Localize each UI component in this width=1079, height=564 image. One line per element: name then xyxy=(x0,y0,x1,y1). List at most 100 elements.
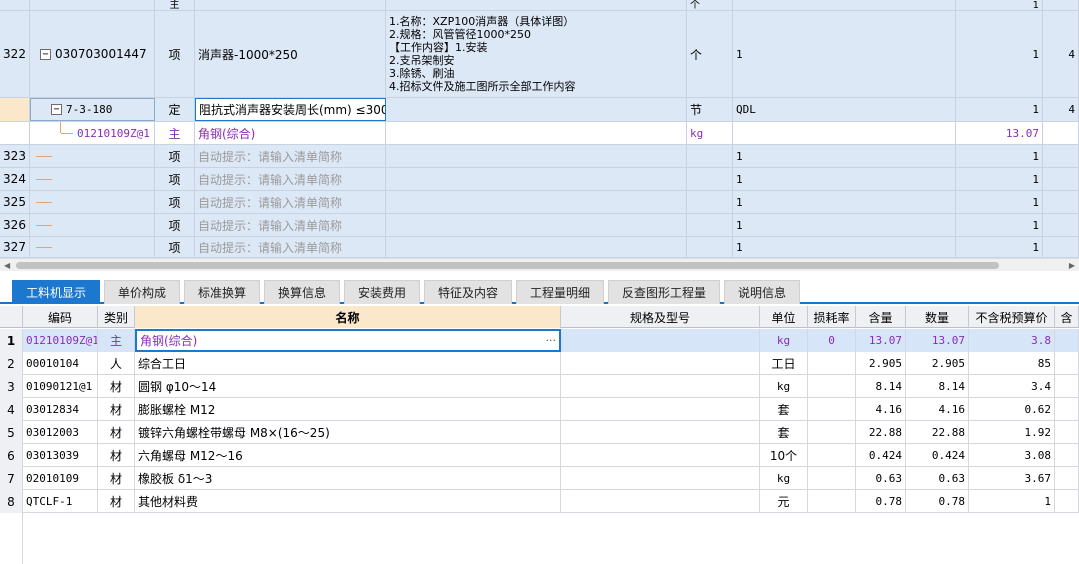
name-cell[interactable]: 综合工日 xyxy=(135,352,561,375)
quantity-cell[interactable]: 13.07 xyxy=(906,329,969,352)
desc-cell[interactable] xyxy=(386,214,687,236)
tab-conversion-info[interactable]: 换算信息 xyxy=(264,280,340,304)
collapse-icon[interactable]: − xyxy=(51,104,62,115)
tab-features-content[interactable]: 特征及内容 xyxy=(424,280,512,304)
content-cell[interactable]: 8.14 xyxy=(856,375,906,398)
desc-cell[interactable] xyxy=(386,191,687,213)
header-extra[interactable]: 含 xyxy=(1055,306,1079,328)
code-cell[interactable]: 01210109Z@1 xyxy=(30,122,155,144)
quantity-cell[interactable]: 2.905 xyxy=(906,352,969,375)
name-cell[interactable]: 镀锌六角螺栓带螺母 M8×(16～25) xyxy=(135,421,561,444)
table-row-bill-322[interactable]: 322 − 030703001447 项 消声器-1000*250 1.名称：X… xyxy=(0,11,1079,98)
code-cell[interactable]: 03012003 xyxy=(23,421,98,444)
unit-cell[interactable]: 工日 xyxy=(760,352,808,375)
code-cell[interactable] xyxy=(30,168,155,190)
header-type[interactable]: 类别 xyxy=(98,306,135,328)
name-cell[interactable]: 自动提示：请输入清单简称 xyxy=(195,168,386,190)
unit-cell[interactable] xyxy=(687,191,733,213)
expr-cell[interactable]: 1 xyxy=(733,191,956,213)
budget-price-cell[interactable]: 3.67 xyxy=(969,467,1055,490)
budget-price-cell[interactable]: 3.4 xyxy=(969,375,1055,398)
name-cell[interactable]: 六角螺母 M12～16 xyxy=(135,444,561,467)
table-row-bill-324[interactable]: 324 项 自动提示：请输入清单简称 1 1 xyxy=(0,168,1079,191)
desc-cell[interactable] xyxy=(386,237,687,257)
code-cell[interactable]: − 7-3-180 xyxy=(30,98,155,121)
quantity-cell[interactable]: 0.78 xyxy=(906,490,969,513)
unit-cell[interactable]: 套 xyxy=(760,421,808,444)
code-cell[interactable]: − 030703001447 xyxy=(30,11,155,97)
unit-cell[interactable]: kg xyxy=(760,375,808,398)
table-row[interactable]: 7 02010109 材 橡胶板 δ1～3 kg 0.63 0.63 3.67 xyxy=(0,467,1079,490)
resource-grid[interactable]: 编码 类别 名称 规格及型号 单位 损耗率 含量 数量 不含税预算价 含 1 0… xyxy=(0,306,1079,564)
code-cell[interactable] xyxy=(30,214,155,236)
qty-cell[interactable]: 1 xyxy=(956,168,1043,190)
code-cell[interactable] xyxy=(30,145,155,167)
unit-cell[interactable]: 节 xyxy=(687,98,733,121)
name-cell[interactable]: 自动提示：请输入清单简称 xyxy=(195,214,386,236)
scrollbar-thumb[interactable] xyxy=(16,262,999,269)
unit-cell[interactable]: kg xyxy=(760,467,808,490)
unit-cell[interactable] xyxy=(687,237,733,257)
desc-cell[interactable] xyxy=(386,122,687,144)
code-cell[interactable] xyxy=(30,191,155,213)
loss-rate-cell[interactable] xyxy=(808,467,856,490)
name-cell[interactable]: 角钢(综合) ··· xyxy=(135,329,561,352)
extra-cell[interactable] xyxy=(1055,421,1079,444)
quantity-cell[interactable]: 0.63 xyxy=(906,467,969,490)
type-cell[interactable]: 材 xyxy=(98,490,135,513)
type-cell[interactable]: 主 xyxy=(98,329,135,352)
budget-price-cell[interactable]: 1 xyxy=(969,490,1055,513)
code-cell[interactable]: 01090121@1 xyxy=(23,375,98,398)
quantity-cell[interactable]: 4.16 xyxy=(906,398,969,421)
expr-cell[interactable]: 1 xyxy=(733,145,956,167)
unit-cell[interactable]: kg xyxy=(687,122,733,144)
content-cell[interactable]: 13.07 xyxy=(856,329,906,352)
qty-cell[interactable]: 1 xyxy=(956,237,1043,257)
more-icon[interactable]: ··· xyxy=(546,334,557,347)
expr-cell[interactable] xyxy=(733,122,956,144)
extra-cell[interactable] xyxy=(1055,467,1079,490)
unit-cell[interactable]: 套 xyxy=(760,398,808,421)
extra-cell[interactable] xyxy=(1055,444,1079,467)
content-cell[interactable]: 0.63 xyxy=(856,467,906,490)
spec-cell[interactable] xyxy=(561,398,760,421)
loss-rate-cell[interactable] xyxy=(808,490,856,513)
header-code[interactable]: 编码 xyxy=(23,306,98,328)
spec-cell[interactable] xyxy=(561,421,760,444)
unit-cell[interactable] xyxy=(687,168,733,190)
table-row-bill-327[interactable]: 327 项 自动提示：请输入清单简称 1 1 xyxy=(0,237,1079,258)
unit-cell[interactable] xyxy=(687,145,733,167)
loss-rate-cell[interactable] xyxy=(808,375,856,398)
loss-rate-cell[interactable]: 0 xyxy=(808,329,856,352)
code-cell[interactable] xyxy=(30,0,155,10)
loss-rate-cell[interactable] xyxy=(808,421,856,444)
header-content[interactable]: 含量 xyxy=(856,306,906,328)
type-cell[interactable]: 材 xyxy=(98,375,135,398)
loss-rate-cell[interactable] xyxy=(808,352,856,375)
desc-cell[interactable] xyxy=(386,145,687,167)
expr-cell[interactable]: 1 xyxy=(733,168,956,190)
header-budget-price[interactable]: 不含税预算价 xyxy=(969,306,1055,328)
quantity-cell[interactable]: 0.424 xyxy=(906,444,969,467)
tab-description-info[interactable]: 说明信息 xyxy=(724,280,800,304)
table-row-bill-325[interactable]: 325 项 自动提示：请输入清单简称 1 1 xyxy=(0,191,1079,214)
tab-reverse-lookup-quantity[interactable]: 反查图形工程量 xyxy=(608,280,720,304)
content-cell[interactable]: 22.88 xyxy=(856,421,906,444)
name-cell[interactable]: 橡胶板 δ1～3 xyxy=(135,467,561,490)
expr-cell[interactable]: 1 xyxy=(733,214,956,236)
scroll-right-icon[interactable]: ▶ xyxy=(1069,261,1075,270)
tab-unit-price-composition[interactable]: 单价构成 xyxy=(104,280,180,304)
qty-cell[interactable]: 13.07 xyxy=(956,122,1043,144)
desc-cell[interactable] xyxy=(386,168,687,190)
spec-cell[interactable] xyxy=(561,467,760,490)
loss-rate-cell[interactable] xyxy=(808,398,856,421)
desc-cell[interactable] xyxy=(386,98,687,121)
name-cell[interactable]: 圆钢 φ10～14 xyxy=(135,375,561,398)
table-row[interactable]: 主 个 1 xyxy=(0,0,1079,11)
type-cell[interactable]: 材 xyxy=(98,421,135,444)
name-cell[interactable]: 自动提示：请输入清单简称 xyxy=(195,145,386,167)
budget-price-cell[interactable]: 85 xyxy=(969,352,1055,375)
type-cell[interactable]: 人 xyxy=(98,352,135,375)
budget-price-cell[interactable]: 0.62 xyxy=(969,398,1055,421)
name-cell[interactable]: 阻抗式消声器安装周长(mm) ≤3000 xyxy=(195,98,386,121)
